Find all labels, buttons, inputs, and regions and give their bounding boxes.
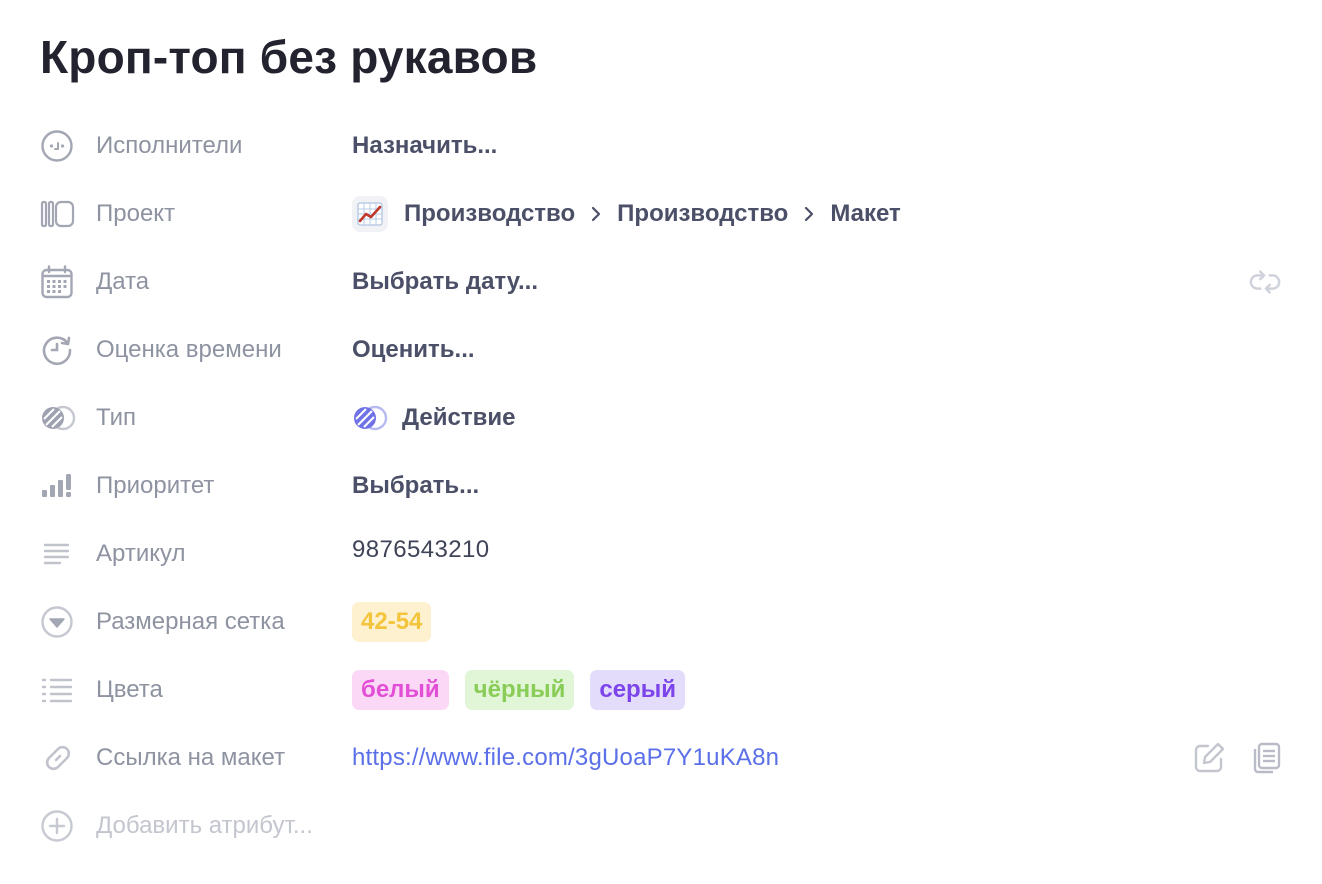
- attribute-row-date: Дата Выбрать дату...: [40, 256, 1282, 308]
- attribute-row-mockup-link: Ссылка на макет https://www.file.com/3gU…: [40, 732, 1282, 784]
- edit-icon[interactable]: [1192, 741, 1226, 775]
- tag-color-black[interactable]: чёрный: [464, 670, 575, 710]
- attribute-row-sku: Артикул 9876543210: [40, 528, 1282, 580]
- mockup-link-value: https://www.file.com/3gUoaP7Y1uKA8n: [352, 732, 779, 784]
- attribute-row-estimate: Оценка времени Оценить...: [40, 324, 1282, 376]
- estimate-button[interactable]: Оценить...: [352, 324, 475, 376]
- attribute-row-colors: Цвета белый чёрный серый: [40, 664, 1282, 716]
- type-label: Действие: [402, 404, 516, 431]
- page-title[interactable]: Кроп-топ без рукавов: [40, 26, 537, 88]
- tag-size-range[interactable]: 42-54: [352, 602, 432, 642]
- date-actions: [1248, 256, 1282, 308]
- attribute-label: Исполнители: [96, 132, 243, 159]
- color-tags: белый чёрный серый: [352, 664, 701, 716]
- sku-value[interactable]: 9876543210: [352, 524, 489, 576]
- text-lines-icon: [40, 538, 80, 570]
- link-actions: [1192, 732, 1282, 784]
- breadcrumb-item[interactable]: Производство: [404, 200, 575, 228]
- chart-icon: [352, 196, 388, 232]
- attribute-label: Проект: [96, 200, 176, 227]
- project-icon: [40, 198, 80, 230]
- priority-button[interactable]: Выбрать...: [352, 460, 479, 512]
- link-icon: [40, 742, 80, 774]
- breadcrumb-item[interactable]: Макет: [830, 200, 900, 228]
- attribute-label: Дата: [96, 268, 150, 295]
- priority-bars-icon: [40, 470, 80, 502]
- attribute-label: Оценка времени: [96, 336, 282, 363]
- action-type-icon: [352, 403, 388, 433]
- attribute-label: Цвета: [96, 676, 163, 703]
- attribute-label: Приоритет: [96, 472, 215, 499]
- assign-button[interactable]: Назначить...: [352, 120, 497, 172]
- attribute-label: Артикул: [96, 540, 186, 567]
- chevron-right-icon: [802, 205, 816, 223]
- plus-circle-icon: [40, 810, 80, 842]
- pick-date-button[interactable]: Выбрать дату...: [352, 256, 538, 308]
- type-icon: [40, 402, 80, 434]
- attribute-label: Тип: [96, 404, 137, 431]
- attribute-row-type: Тип Действие: [40, 392, 1282, 444]
- attribute-row-assignees: Исполнители Назначить...: [40, 120, 1282, 172]
- repeat-icon[interactable]: [1248, 265, 1282, 299]
- attribute-label: Размерная сетка: [96, 608, 285, 635]
- list-icon: [40, 674, 80, 706]
- attribute-label: Ссылка на макет: [96, 744, 286, 771]
- dropdown-circle-icon: [40, 606, 80, 638]
- size-chart-tags: 42-54: [352, 596, 447, 648]
- calendar-icon: [40, 265, 80, 299]
- attribute-row-project: Проект Производство Производство Макет: [40, 188, 1282, 240]
- project-breadcrumb: Производство Производство Макет: [352, 188, 901, 240]
- attribute-row-priority: Приоритет Выбрать...: [40, 460, 1282, 512]
- task-page: Кроп-топ без рукавов Исполнители Назначи…: [0, 0, 1322, 884]
- tag-color-grey[interactable]: серый: [590, 670, 685, 710]
- tag-color-white[interactable]: белый: [352, 670, 449, 710]
- face-icon: [40, 130, 80, 162]
- type-value[interactable]: Действие: [352, 392, 515, 444]
- add-attribute-label: Добавить атрибут...: [96, 812, 313, 839]
- timer-icon: [40, 334, 80, 366]
- breadcrumb-item[interactable]: Производство: [617, 200, 788, 228]
- chevron-right-icon: [589, 205, 603, 223]
- copy-icon[interactable]: [1248, 741, 1282, 775]
- mockup-url-link[interactable]: https://www.file.com/3gUoaP7Y1uKA8n: [352, 744, 779, 772]
- attribute-row-size-chart: Размерная сетка 42-54: [40, 596, 1282, 648]
- add-attribute-button[interactable]: Добавить атрибут...: [40, 800, 1282, 852]
